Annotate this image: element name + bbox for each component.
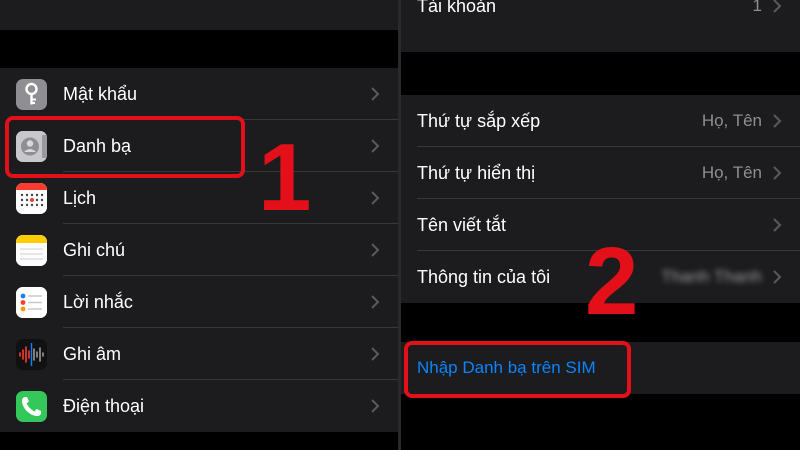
display-order-label: Thứ tự hiển thị (417, 163, 536, 183)
my-info-value-blurred: Thanh Thanh (661, 267, 762, 286)
settings-row-label: Mật khẩu (63, 84, 138, 104)
display-order-row[interactable]: Thứ tự hiển thị Họ, Tên (401, 147, 800, 199)
settings-row-label: Lịch (63, 188, 97, 208)
chevron-right-icon (371, 191, 380, 205)
settings-row-label: Ghi chú (63, 240, 126, 260)
settings-row-voice-memos[interactable]: Ghi âm (0, 328, 398, 380)
sort-order-row[interactable]: Thứ tự sắp xếp Họ, Tên (401, 95, 800, 147)
settings-row-label: Lời nhắc (63, 292, 133, 312)
step-2-number: 2 (585, 228, 639, 335)
calendar-icon (16, 183, 47, 214)
step-1-highlight-box (5, 116, 245, 178)
my-info-label: Thông tin của tôi (417, 267, 551, 287)
key-icon (16, 79, 47, 110)
sort-order-label: Thứ tự sắp xếp (417, 111, 541, 131)
chevron-right-icon (371, 243, 380, 257)
accounts-row[interactable]: Tài khoản 1 (401, 0, 800, 52)
chevron-right-icon (371, 139, 380, 153)
notes-icon (16, 235, 47, 266)
chevron-right-icon (371, 399, 380, 413)
phone-icon (16, 391, 47, 422)
settings-row-label: Ghi âm (63, 344, 122, 364)
sort-order-value: Họ, Tên (701, 111, 762, 130)
chevron-right-icon (371, 87, 380, 101)
display-order-value: Họ, Tên (701, 163, 762, 182)
accounts-label: Tài khoản (417, 0, 497, 16)
top-group-remnant (0, 0, 398, 30)
settings-row-passwords[interactable]: Mật khẩu (0, 68, 398, 120)
contacts-settings-panel: Tài khoản 1 Thứ tự sắp xếp Họ, Tên Thứ t… (401, 0, 800, 450)
chevron-right-icon (773, 166, 782, 180)
settings-row-label: Điện thoại (63, 396, 145, 416)
settings-list-panel: Mật khẩu Danh bạ Lịch Ghi chú Lời nhắc G… (0, 0, 398, 450)
step-1-number: 1 (258, 124, 312, 231)
chevron-right-icon (773, 270, 782, 284)
chevron-right-icon (773, 0, 782, 13)
chevron-right-icon (371, 295, 380, 309)
settings-row-notes[interactable]: Ghi chú (0, 224, 398, 276)
step-2-highlight-box (404, 341, 631, 398)
settings-row-reminders[interactable]: Lời nhắc (0, 276, 398, 328)
accounts-count: 1 (752, 0, 762, 15)
chevron-right-icon (773, 218, 782, 232)
voice-memo-waveform-icon (16, 339, 47, 370)
chevron-right-icon (773, 114, 782, 128)
account-group: Tài khoản 1 (401, 0, 800, 52)
settings-row-phone[interactable]: Điện thoại (0, 380, 398, 432)
short-name-label: Tên viết tắt (417, 215, 507, 235)
reminders-icon (16, 287, 47, 318)
settings-row-calendar[interactable]: Lịch (0, 172, 398, 224)
chevron-right-icon (371, 347, 380, 361)
